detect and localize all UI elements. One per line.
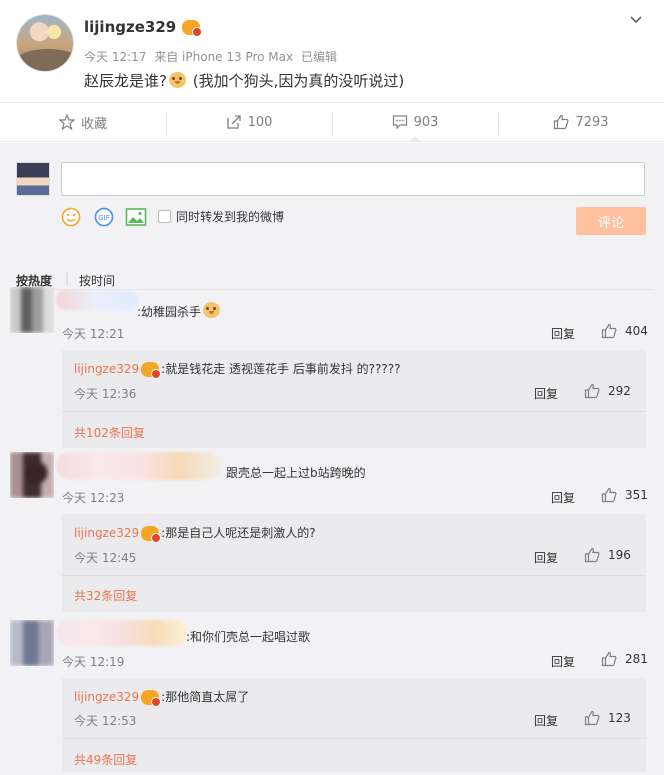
- post-time[interactable]: 今天 12:17: [84, 50, 146, 64]
- thumbs-up-icon: [584, 383, 600, 399]
- reply-button[interactable]: 回复: [551, 489, 575, 506]
- sub-comment-body: :那是自己人呢还是刺激人的?: [161, 526, 316, 540]
- doge-emoji-icon: [203, 302, 221, 318]
- sub-comment-user[interactable]: lijingze329: [74, 690, 139, 704]
- thumbs-up-icon: [601, 323, 617, 339]
- chevron-down-icon[interactable]: [630, 14, 642, 26]
- post-text: 赵辰龙是谁? (我加个狗头,因为真的没听说过): [84, 70, 404, 91]
- thumbs-up-icon: [601, 651, 617, 667]
- action-bar: 收藏 100 903 7293: [0, 102, 664, 142]
- sub-comment-like-button[interactable]: 123: [584, 710, 631, 726]
- my-avatar[interactable]: [16, 162, 50, 196]
- more-replies-link[interactable]: 共49条回复: [74, 751, 137, 768]
- comment-like-count: 404: [625, 324, 648, 338]
- reply-button[interactable]: 回复: [551, 653, 575, 670]
- comment-button[interactable]: 903: [332, 103, 498, 142]
- post-text-main: 赵辰龙是谁?: [84, 72, 167, 90]
- commenter-name-blurred[interactable]: [56, 452, 222, 480]
- sub-comment-user[interactable]: lijingze329: [74, 362, 139, 376]
- sub-comment-body: :就是钱花走 透视莲花手 后事前发抖 的?????: [161, 362, 401, 376]
- sub-comment-user[interactable]: lijingze329: [74, 526, 139, 540]
- repost-label[interactable]: 同时转发到我的微博: [176, 208, 284, 225]
- like-count: 7293: [575, 114, 609, 130]
- post-author[interactable]: lijingze329: [84, 18, 203, 37]
- favorite-label: 收藏: [80, 116, 107, 132]
- comment-time: 今天 12:21: [62, 327, 125, 341]
- sub-comment-like-count: 292: [608, 384, 631, 398]
- star-icon: [58, 114, 75, 130]
- comment-time: 今天 12:23: [62, 491, 125, 505]
- commenter-avatar[interactable]: [10, 287, 54, 333]
- divider: [62, 575, 646, 576]
- comment-like-button[interactable]: 351: [601, 487, 648, 503]
- more-replies-link[interactable]: 共102条回复: [74, 424, 145, 441]
- sub-comment-text: lijingze329 :那是自己人呢还是刺激人的?: [74, 524, 316, 543]
- svg-text:GIF: GIF: [98, 214, 110, 222]
- divider: [62, 738, 646, 739]
- vip-badge-icon: [182, 20, 203, 37]
- commenter-name-blurred[interactable]: [56, 290, 138, 310]
- doge-emoji-icon: [168, 72, 186, 88]
- repost-button[interactable]: 100: [166, 103, 332, 141]
- comment-text: 跟壳总一起上过b站跨晚的: [226, 466, 366, 480]
- emoji-icon[interactable]: [61, 207, 81, 227]
- comment-like-count: 281: [625, 652, 648, 666]
- thumbs-up-icon: [584, 547, 600, 563]
- comment-text: :幼稚园杀手: [137, 302, 222, 320]
- divider: [62, 411, 646, 412]
- reply-button[interactable]: 回复: [534, 385, 558, 402]
- sub-comment-text: lijingze329 :那他简直太屌了: [74, 688, 250, 707]
- sub-comment-like-count: 196: [608, 548, 631, 562]
- image-icon[interactable]: [125, 207, 147, 227]
- sub-comment-time: 今天 12:53: [74, 714, 137, 728]
- submit-comment-button[interactable]: 评论: [576, 207, 646, 235]
- sub-comment-like-button[interactable]: 292: [584, 383, 631, 399]
- commenter-name-blurred[interactable]: [56, 620, 188, 646]
- sub-comment-text: lijingze329 :就是钱花走 透视莲花手 后事前发抖 的?????: [74, 360, 401, 379]
- post-meta: 今天 12:17 来自 iPhone 13 Pro Max 已编辑: [84, 48, 341, 65]
- comment-count: 903: [413, 114, 439, 130]
- vip-badge-icon: [141, 362, 162, 379]
- comment-like-button[interactable]: 404: [601, 323, 648, 339]
- repost-checkbox[interactable]: [158, 210, 171, 223]
- commenter-avatar[interactable]: [10, 452, 54, 498]
- thumbs-up-icon: [554, 114, 569, 130]
- comment-like-button[interactable]: 281: [601, 651, 648, 667]
- comment-text: :和你们壳总一起唱过歌: [186, 630, 311, 644]
- commenter-avatar[interactable]: [10, 620, 54, 666]
- sort-separator: |: [65, 271, 70, 285]
- repost-count: 100: [247, 114, 273, 130]
- vip-badge-icon: [141, 690, 162, 707]
- repost-icon: [226, 115, 241, 129]
- comment-time: 今天 12:19: [62, 655, 125, 669]
- sub-comment-like-button[interactable]: 196: [584, 547, 631, 563]
- post-text-tail: (我加个狗头,因为真的没听说过): [187, 72, 405, 90]
- gif-icon[interactable]: GIF: [94, 207, 114, 227]
- vip-badge-icon: [141, 526, 162, 543]
- like-button[interactable]: 7293: [498, 103, 664, 141]
- more-replies-link[interactable]: 共32条回复: [74, 587, 137, 604]
- favorite-button[interactable]: 收藏: [0, 103, 166, 141]
- sort-by-time[interactable]: 按时间: [79, 272, 115, 289]
- reply-button[interactable]: 回复: [534, 549, 558, 566]
- thumbs-up-icon: [601, 487, 617, 503]
- comment-text-body: :幼稚园杀手: [137, 305, 202, 319]
- sub-comment-time: 今天 12:36: [74, 387, 137, 401]
- sub-comment-body: :那他简直太屌了: [161, 690, 250, 704]
- post-edited[interactable]: 已编辑: [301, 50, 337, 64]
- post-source: 来自 iPhone 13 Pro Max: [154, 50, 294, 64]
- post-author-avatar[interactable]: [16, 14, 74, 72]
- post-author-name[interactable]: lijingze329: [84, 18, 176, 36]
- comment-input[interactable]: [61, 162, 645, 196]
- comment-like-count: 351: [625, 488, 648, 502]
- reply-button[interactable]: 回复: [551, 325, 575, 342]
- reply-button[interactable]: 回复: [534, 712, 558, 729]
- thumbs-up-icon: [584, 710, 600, 726]
- sub-comment-time: 今天 12:45: [74, 551, 137, 565]
- comment-icon: [392, 115, 407, 130]
- sub-comment-like-count: 123: [608, 711, 631, 725]
